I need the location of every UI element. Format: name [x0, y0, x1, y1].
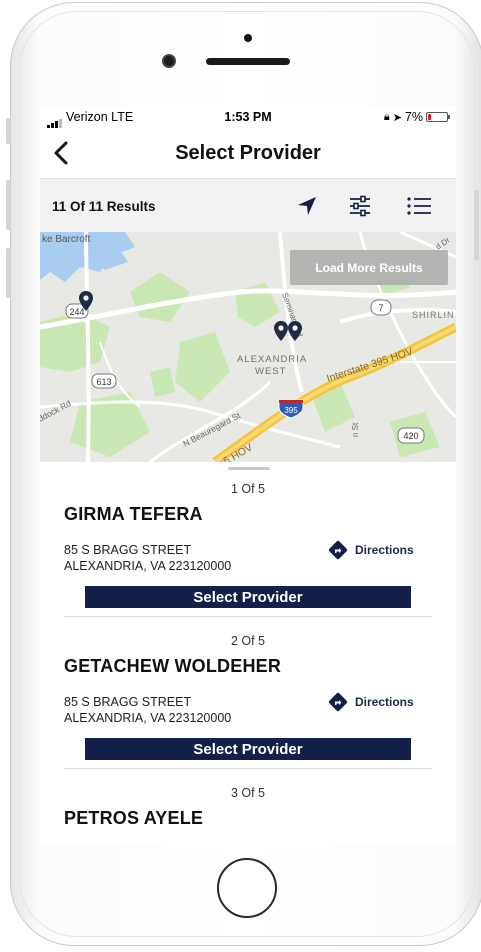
- card-divider: [64, 768, 432, 769]
- map-label: ALEXANDRIA: [237, 354, 307, 365]
- card-divider: [64, 616, 432, 617]
- map-label: n St: [351, 422, 360, 437]
- status-right: 🔒︎ ➤ 7%: [383, 110, 450, 124]
- address-line-1: 85 S BRAGG STREET: [64, 695, 192, 709]
- select-provider-button[interactable]: Select Provider: [85, 738, 411, 760]
- map-label: Interstate 395 HOV: [325, 346, 414, 385]
- results-count: 11 Of 11 Results: [52, 199, 156, 214]
- provider-card: 2 Of 5 GETACHEW WOLDEHER 85 S BRAGG STRE…: [40, 634, 456, 774]
- directions-icon: [328, 692, 348, 712]
- directions-label: Directions: [355, 695, 414, 709]
- provider-address: 85 S BRAGG STREET ALEXANDRIA, VA 2231200…: [64, 694, 231, 726]
- page-title: Select Provider: [175, 142, 321, 164]
- provider-card: 1 Of 5 GIRMA TEFERA 85 S BRAGG STREET AL…: [40, 482, 456, 622]
- provider-index: 2 Of 5: [230, 634, 266, 648]
- select-provider-button[interactable]: Select Provider: [85, 586, 411, 608]
- mute-switch: [6, 118, 11, 144]
- sheet-drag-handle[interactable]: [228, 467, 270, 470]
- route-shield-label: 420: [403, 431, 418, 441]
- directions-link[interactable]: Directions: [328, 540, 414, 560]
- battery-icon: [426, 112, 450, 122]
- directions-link[interactable]: Directions: [328, 692, 414, 712]
- provider-address: 85 S BRAGG STREET ALEXANDRIA, VA 2231200…: [64, 542, 231, 574]
- provider-list-sheet: 1 Of 5 GIRMA TEFERA 85 S BRAGG STREET AL…: [40, 462, 456, 844]
- location-services-icon: ➤: [392, 111, 402, 124]
- location-arrow-icon: [298, 197, 316, 215]
- map-pin-icon[interactable]: [78, 290, 94, 312]
- orientation-lock-icon: 🔒︎: [383, 110, 390, 123]
- provider-name: GETACHEW WOLDEHER: [64, 656, 282, 676]
- map-label: ke Barcroft: [42, 234, 91, 245]
- home-button[interactable]: [217, 858, 277, 918]
- list-view-button[interactable]: [404, 191, 434, 221]
- route-shield-label: 395: [284, 406, 298, 415]
- volume-down-button: [6, 248, 11, 298]
- navigation-bar: Select Provider: [40, 128, 456, 178]
- screen: Verizon LTE 1:53 PM 🔒︎ ➤ 7% Select Provi…: [40, 106, 456, 844]
- filter-button[interactable]: [345, 191, 375, 221]
- provider-card: 3 Of 5 PETROS AYELE: [40, 786, 456, 844]
- provider-name: PETROS AYELE: [64, 808, 204, 828]
- address-line-2: ALEXANDRIA, VA 223120000: [64, 711, 232, 725]
- load-more-results-button[interactable]: Load More Results: [290, 250, 448, 285]
- provider-index: 1 Of 5: [230, 482, 266, 496]
- provider-index: 3 Of 5: [230, 786, 266, 800]
- front-camera: [162, 54, 176, 68]
- provider-map[interactable]: ke Barcroft ALEXANDRIA WEST Interstate 3…: [40, 232, 456, 462]
- list-icon: [407, 197, 431, 215]
- map-label: ddock Rd: [40, 398, 73, 424]
- directions-icon: [328, 540, 348, 560]
- power-button: [474, 190, 479, 260]
- battery-percent: 7%: [404, 110, 423, 124]
- earpiece-speaker: [206, 58, 290, 65]
- provider-name: GIRMA TEFERA: [64, 504, 203, 524]
- map-label: WEST: [255, 366, 286, 377]
- current-location-button[interactable]: [292, 191, 322, 221]
- map-label: SHIRLIN: [412, 310, 455, 320]
- volume-up-button: [6, 180, 11, 230]
- map-pin-icon[interactable]: [287, 320, 303, 342]
- results-toolbar: 11 Of 11 Results: [40, 178, 456, 233]
- address-line-2: ALEXANDRIA, VA 223120000: [64, 559, 232, 573]
- proximity-sensor: [244, 34, 252, 42]
- route-shield-label: 613: [96, 377, 111, 387]
- route-shield-label: 7: [378, 303, 383, 313]
- address-line-1: 85 S BRAGG STREET: [64, 543, 192, 557]
- map-label: N Beauregard St: [181, 410, 242, 449]
- directions-label: Directions: [355, 543, 414, 557]
- status-bar: Verizon LTE 1:53 PM 🔒︎ ➤ 7%: [40, 106, 456, 128]
- filter-sliders-icon: [350, 195, 370, 217]
